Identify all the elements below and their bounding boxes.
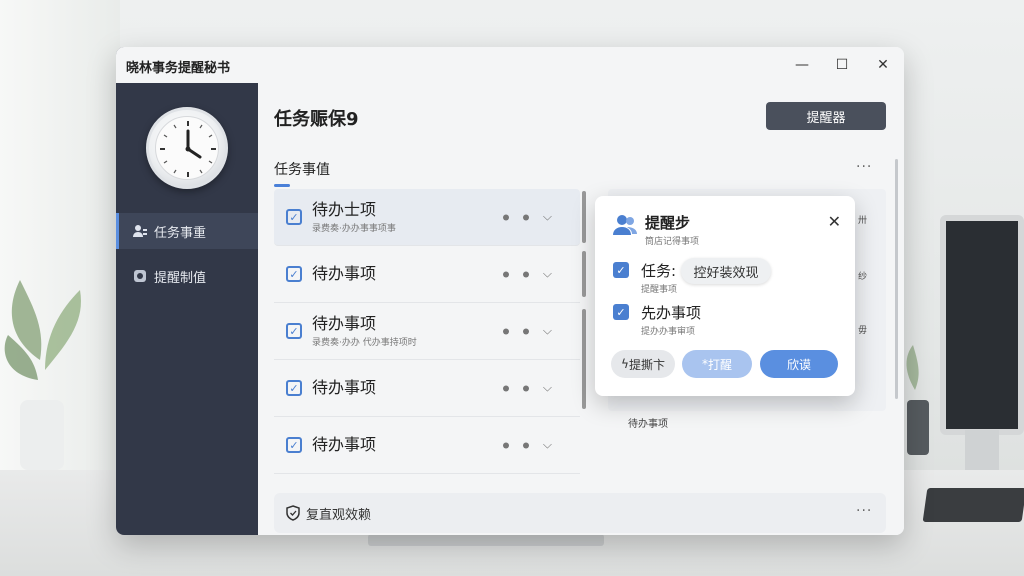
checkbox-checked[interactable]: ✓ — [286, 323, 302, 339]
task-title: 待办事项 — [312, 378, 377, 397]
chevron-down-icon[interactable]: ⌵ — [543, 381, 552, 396]
popup-subtitle: 筒店记得事项 — [645, 237, 700, 247]
checkbox-checked[interactable]: ✓ — [613, 262, 629, 278]
popup-option-title: 任务: — [641, 262, 677, 280]
popup-button-second[interactable]: * 打醒 — [682, 350, 752, 378]
scrollbar-thumb[interactable] — [582, 251, 586, 297]
checkbox-checked[interactable]: ✓ — [286, 437, 302, 453]
popup-button-label: 提撕卞 — [628, 357, 665, 372]
right-snippet: 纱 — [858, 272, 868, 282]
checkbox-checked[interactable]: ✓ — [286, 380, 302, 396]
footer-label: 复直观效赖 — [306, 507, 372, 523]
dot-icon — [502, 328, 509, 334]
popup-button-first[interactable]: ϟ 提撕卞 — [611, 350, 675, 378]
popup-title: 提醒步 — [645, 214, 691, 232]
task-controls: ⌵ — [502, 381, 552, 396]
reminder-popup: 提醒步 筒店记得事项 ✕ ✓ 任务: 提醒事项 控好装效现 ✓ 先办事项 提办办… — [595, 196, 855, 396]
section-title: 任务事值 — [274, 162, 330, 178]
task-subtitle: 录费奏·办办事事项事 — [312, 223, 396, 234]
background-monitor-stand — [965, 430, 999, 470]
sidebar-item-label: 任务事重 — [154, 225, 207, 241]
task-title: 待办事项 — [312, 264, 377, 283]
task-list: ✓ 待办士项 录费奏·办办事事项事 ⌵ ✓ 待办事项 ⌵ ✓ 待办事项 录费奏·… — [274, 189, 580, 474]
dot-icon — [522, 271, 529, 277]
chevron-down-icon[interactable]: ⌵ — [543, 324, 552, 339]
users-icon — [132, 223, 148, 239]
task-controls: ⌵ — [502, 438, 552, 453]
users-icon — [613, 215, 637, 235]
close-button[interactable]: ✕ — [873, 55, 893, 75]
page-title: 任务赈保9 — [274, 109, 359, 130]
main-scrollbar[interactable] — [895, 159, 898, 399]
tooltip: 控好装效现 — [681, 258, 771, 284]
title-bar: — ☐ ✕ — [258, 47, 904, 83]
popup-option-subtitle: 提醒事项 — [641, 285, 678, 295]
task-subtitle: 录费奏·办办 代办事持项时 — [312, 337, 417, 348]
checkbox-checked[interactable]: ✓ — [286, 209, 302, 225]
task-controls: ⌵ — [502, 210, 552, 225]
popup-button-label: 打醒 — [707, 357, 732, 372]
task-row[interactable]: ✓ 待办士项 录费奏·办办事事项事 ⌵ — [274, 189, 580, 246]
sidebar-item-label: 提醒制值 — [154, 270, 207, 286]
sidebar: 晓林事务提醒秘书 任务事重 提醒制值 — [116, 47, 258, 535]
task-row[interactable]: ✓ 待办事项 ⌵ — [274, 417, 580, 474]
section-underline — [274, 184, 290, 187]
task-row[interactable]: ✓ 待办事项 ⌵ — [274, 246, 580, 303]
popup-option-subtitle: 提办办事审项 — [641, 327, 696, 337]
chevron-down-icon[interactable]: ⌵ — [543, 438, 552, 453]
right-snippet: 卅 — [858, 216, 868, 226]
dot-icon — [502, 442, 509, 448]
dot-icon — [502, 271, 509, 277]
task-row[interactable]: ✓ 待办事项 ⌵ — [274, 360, 580, 417]
scrollbar-thumb[interactable] — [582, 309, 586, 409]
clock-icon — [146, 107, 228, 189]
scrollbar-thumb[interactable] — [582, 191, 586, 243]
dot-icon — [522, 385, 529, 391]
background-plant — [4, 280, 81, 470]
popup-close-button[interactable]: ✕ — [828, 212, 841, 231]
chevron-down-icon[interactable]: ⌵ — [543, 267, 552, 282]
minimize-button[interactable]: — — [792, 55, 812, 75]
maximize-button[interactable]: ☐ — [832, 55, 852, 75]
background-monitor — [940, 215, 1024, 435]
app-title: 晓林事务提醒秘书 — [116, 47, 258, 83]
shield-icon — [286, 505, 300, 521]
background-window-stand — [368, 534, 604, 546]
dot-icon — [522, 442, 529, 448]
background-plant-right — [906, 345, 929, 455]
task-title: 待办事项 — [312, 435, 377, 454]
popup-option-title: 先办事项 — [641, 304, 702, 322]
task-controls: ⌵ — [502, 267, 552, 282]
background-notebook — [922, 488, 1024, 522]
dot-icon — [522, 328, 529, 334]
popup-option[interactable]: ✓ 任务: 提醒事项 — [613, 260, 677, 295]
popup-button-confirm[interactable]: 欣谟 — [760, 350, 838, 378]
bolt-icon: ϟ — [621, 357, 629, 371]
task-title: 待办士项 — [312, 199, 377, 219]
gear-box-icon — [132, 268, 148, 284]
reminder-button[interactable]: 提醒器 — [766, 102, 886, 130]
footer-more-icon[interactable]: ··· — [856, 503, 872, 519]
dot-icon — [502, 385, 509, 391]
task-row[interactable]: ✓ 待办事项 录费奏·办办 代办事持项时 ⌵ — [274, 303, 580, 360]
footer-panel[interactable]: 复直观效赖 ··· — [274, 493, 886, 533]
popup-option[interactable]: ✓ 先办事项 提办办事审项 — [613, 302, 701, 337]
section-more-icon[interactable]: ··· — [856, 159, 872, 175]
sidebar-item-reminders[interactable]: 提醒制值 — [116, 258, 258, 294]
sidebar-item-tasks[interactable]: 任务事重 — [116, 213, 258, 249]
dot-icon — [502, 214, 509, 220]
right-snippet: 毋 — [858, 326, 868, 336]
right-bottom-label: 待办事项 — [628, 419, 668, 430]
task-title: 待办事项 — [312, 313, 377, 333]
checkbox-checked[interactable]: ✓ — [613, 304, 629, 320]
dot-icon — [522, 214, 529, 220]
chevron-down-icon[interactable]: ⌵ — [543, 210, 552, 225]
task-controls: ⌵ — [502, 324, 552, 339]
checkbox-checked[interactable]: ✓ — [286, 266, 302, 282]
